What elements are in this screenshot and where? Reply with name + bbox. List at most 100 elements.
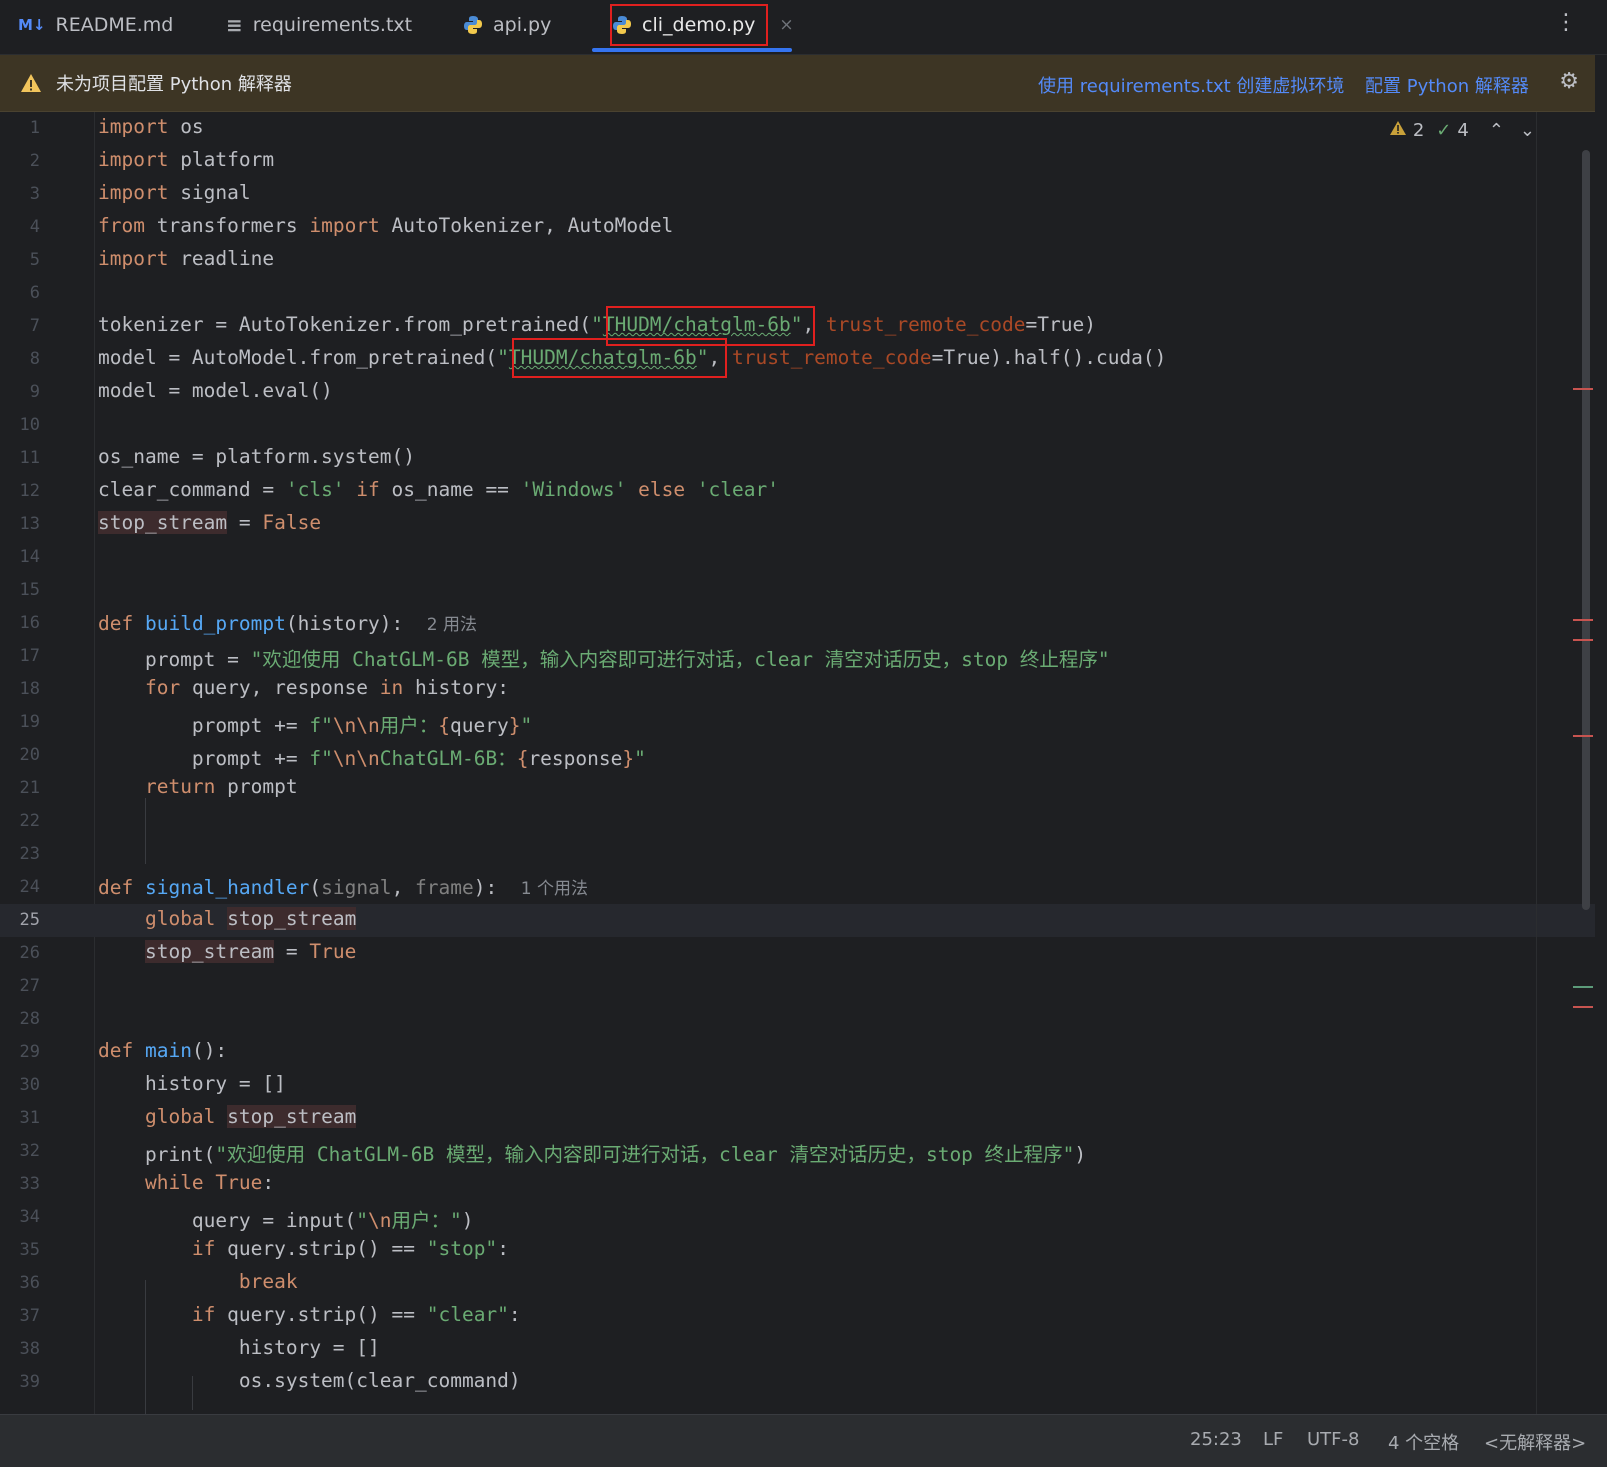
usage-hint: 1 个用法 (520, 879, 588, 899)
code-text: prompt = "欢迎使用 ChatGLM-6B 模型，输入内容即可进行对话，… (98, 648, 1110, 671)
close-icon[interactable]: × (779, 15, 793, 35)
line-number: 16 (19, 613, 40, 633)
code-line: 13 stop_stream = False (0, 508, 1595, 541)
code-line: 33 while True: (0, 1168, 1595, 1201)
line-number: 9 (29, 382, 40, 402)
tab-label: requirements.txt (252, 14, 413, 36)
code-text: print("欢迎使用 ChatGLM-6B 模型，输入内容即可进行对话，cle… (98, 1143, 1087, 1166)
line-number: 8 (29, 349, 40, 369)
code-line: 20 prompt += f"\n\nChatGLM-6B：{response}… (0, 739, 1595, 772)
error-stripe-mark[interactable] (1573, 735, 1593, 737)
line-number: 6 (29, 283, 40, 303)
tab-requirements[interactable]: ≡ requirements.txt (226, 0, 412, 50)
code-editor[interactable]: 2 ✓ 4 ⌃ ⌄ 1 import os 2 import platform 3i… (0, 112, 1595, 1414)
code-text: model = model.eval() (98, 379, 333, 402)
line-number: 28 (19, 1009, 40, 1029)
error-stripe-mark[interactable] (1573, 1006, 1593, 1008)
python-file-icon (612, 15, 632, 35)
code-line: 28 (0, 1003, 1595, 1036)
status-bar: 25:23 LF UTF-8 4 个空格 <无解释器> (0, 1414, 1607, 1467)
line-number: 19 (19, 712, 40, 732)
code-line: 10 (0, 409, 1595, 442)
code-text: global stop_stream (144, 1105, 357, 1128)
tab-readme[interactable]: M↓ README.md (18, 0, 173, 50)
line-number: 12 (19, 481, 40, 501)
warning-icon (20, 73, 42, 93)
typo-stripe-mark[interactable] (1573, 986, 1593, 988)
line-number: 5 (29, 250, 40, 270)
code-line: 23 (0, 838, 1595, 871)
code-line: 36 break (0, 1267, 1595, 1300)
line-number: 36 (19, 1273, 40, 1293)
code-line: 4 from transformers import AutoTokenizer,… (0, 211, 1595, 244)
line-number: 15 (19, 580, 40, 600)
create-venv-link[interactable]: 使用 requirements.txt 创建虚拟环境 (1038, 72, 1344, 98)
caret-position[interactable]: 25:23 (1190, 1429, 1242, 1450)
error-stripe-mark[interactable] (1573, 619, 1593, 621)
usage-hint: 2 用法 (426, 615, 477, 635)
code-line: 30 history = [] (0, 1069, 1595, 1102)
code-line: 29 def main(): (0, 1036, 1595, 1069)
line-number: 21 (19, 778, 40, 798)
code-text: def build_prompt(history): 2 用法 (98, 612, 477, 635)
code-line: 14 (0, 541, 1595, 574)
code-line: 17 prompt = "欢迎使用 ChatGLM-6B 模型，输入内容即可进行… (0, 640, 1595, 673)
line-number: 22 (19, 811, 40, 831)
vertical-scrollbar[interactable] (1582, 150, 1590, 910)
code-line: 7 tokenizer = AutoTokenizer.from_pretrain… (0, 310, 1595, 343)
code-line-current: 25 global stop_stream (0, 904, 1595, 937)
active-tab-indicator (592, 48, 792, 52)
interpreter-warning-banner: 未为项目配置 Python 解释器 使用 requirements.txt 创建… (0, 55, 1595, 112)
line-number: 38 (19, 1339, 40, 1359)
code-line: 16 def build_prompt(history): 2 用法 (0, 607, 1595, 640)
code-line: 38 history = [] (0, 1333, 1595, 1366)
line-number: 23 (19, 844, 40, 864)
code-line: 26 stop_stream = True (0, 937, 1595, 970)
line-number: 25 (19, 910, 40, 930)
error-stripe-mark[interactable] (1573, 639, 1593, 641)
error-stripe-mark[interactable] (1573, 388, 1593, 390)
markdown-file-icon: M↓ (18, 16, 46, 34)
code-line: 22 (0, 805, 1595, 838)
tab-cli-demo[interactable]: cli_demo.py × (612, 0, 794, 50)
code-text: if query.strip() == "stop": (191, 1237, 509, 1260)
code-line: 31 global stop_stream (0, 1102, 1595, 1135)
line-number: 7 (29, 316, 40, 336)
code-line: 1 import os (0, 112, 1595, 145)
line-number: 10 (19, 415, 40, 435)
line-number: 34 (19, 1207, 40, 1227)
line-number: 26 (19, 943, 40, 963)
code-line: 2 import platform (0, 145, 1595, 178)
indent-setting[interactable]: 4 个空格 (1388, 1429, 1459, 1455)
code-text: def main(): (98, 1039, 228, 1062)
code-line: 27 (0, 970, 1595, 1003)
code-text: import platform (98, 148, 275, 171)
code-line: 24 def signal_handler(signal, frame): 1 个… (0, 871, 1595, 904)
code-line: 32 print("欢迎使用 ChatGLM-6B 模型，输入内容即可进行对话，… (0, 1135, 1595, 1168)
line-number: 2 (29, 151, 40, 171)
code-text: global stop_stream (144, 907, 357, 930)
gear-icon[interactable]: ⚙ (1559, 69, 1579, 94)
code-text: os_name = platform.system() (98, 445, 415, 468)
configure-interpreter-link[interactable]: 配置 Python 解释器 (1365, 72, 1529, 98)
line-number: 31 (19, 1108, 40, 1128)
code-text: history = [] (98, 1072, 286, 1095)
line-separator[interactable]: LF (1263, 1429, 1283, 1450)
file-encoding[interactable]: UTF-8 (1307, 1429, 1359, 1450)
code-text: clear_command = 'cls' if os_name == 'Win… (98, 478, 779, 501)
interpreter-selector[interactable]: <无解释器> (1484, 1429, 1586, 1455)
line-number: 1 (29, 118, 40, 138)
line-number: 17 (19, 646, 40, 666)
tab-api[interactable]: api.py (463, 0, 551, 50)
code-text: query = input("\n用户：") (98, 1209, 474, 1232)
line-number: 20 (19, 745, 40, 765)
code-text: os.system(clear_command) (98, 1369, 521, 1392)
banner-message: 未为项目配置 Python 解释器 (56, 74, 292, 95)
line-number: 18 (19, 679, 40, 699)
code-text: from transformers import AutoTokenizer, … (98, 214, 674, 237)
code-line: 3 import signal (0, 178, 1595, 211)
more-options-icon[interactable]: ⋮ (1555, 12, 1577, 34)
right-margin-guide (1536, 112, 1537, 1414)
code-line: 39 os.system(clear_command) (0, 1366, 1595, 1399)
line-number: 39 (19, 1372, 40, 1392)
